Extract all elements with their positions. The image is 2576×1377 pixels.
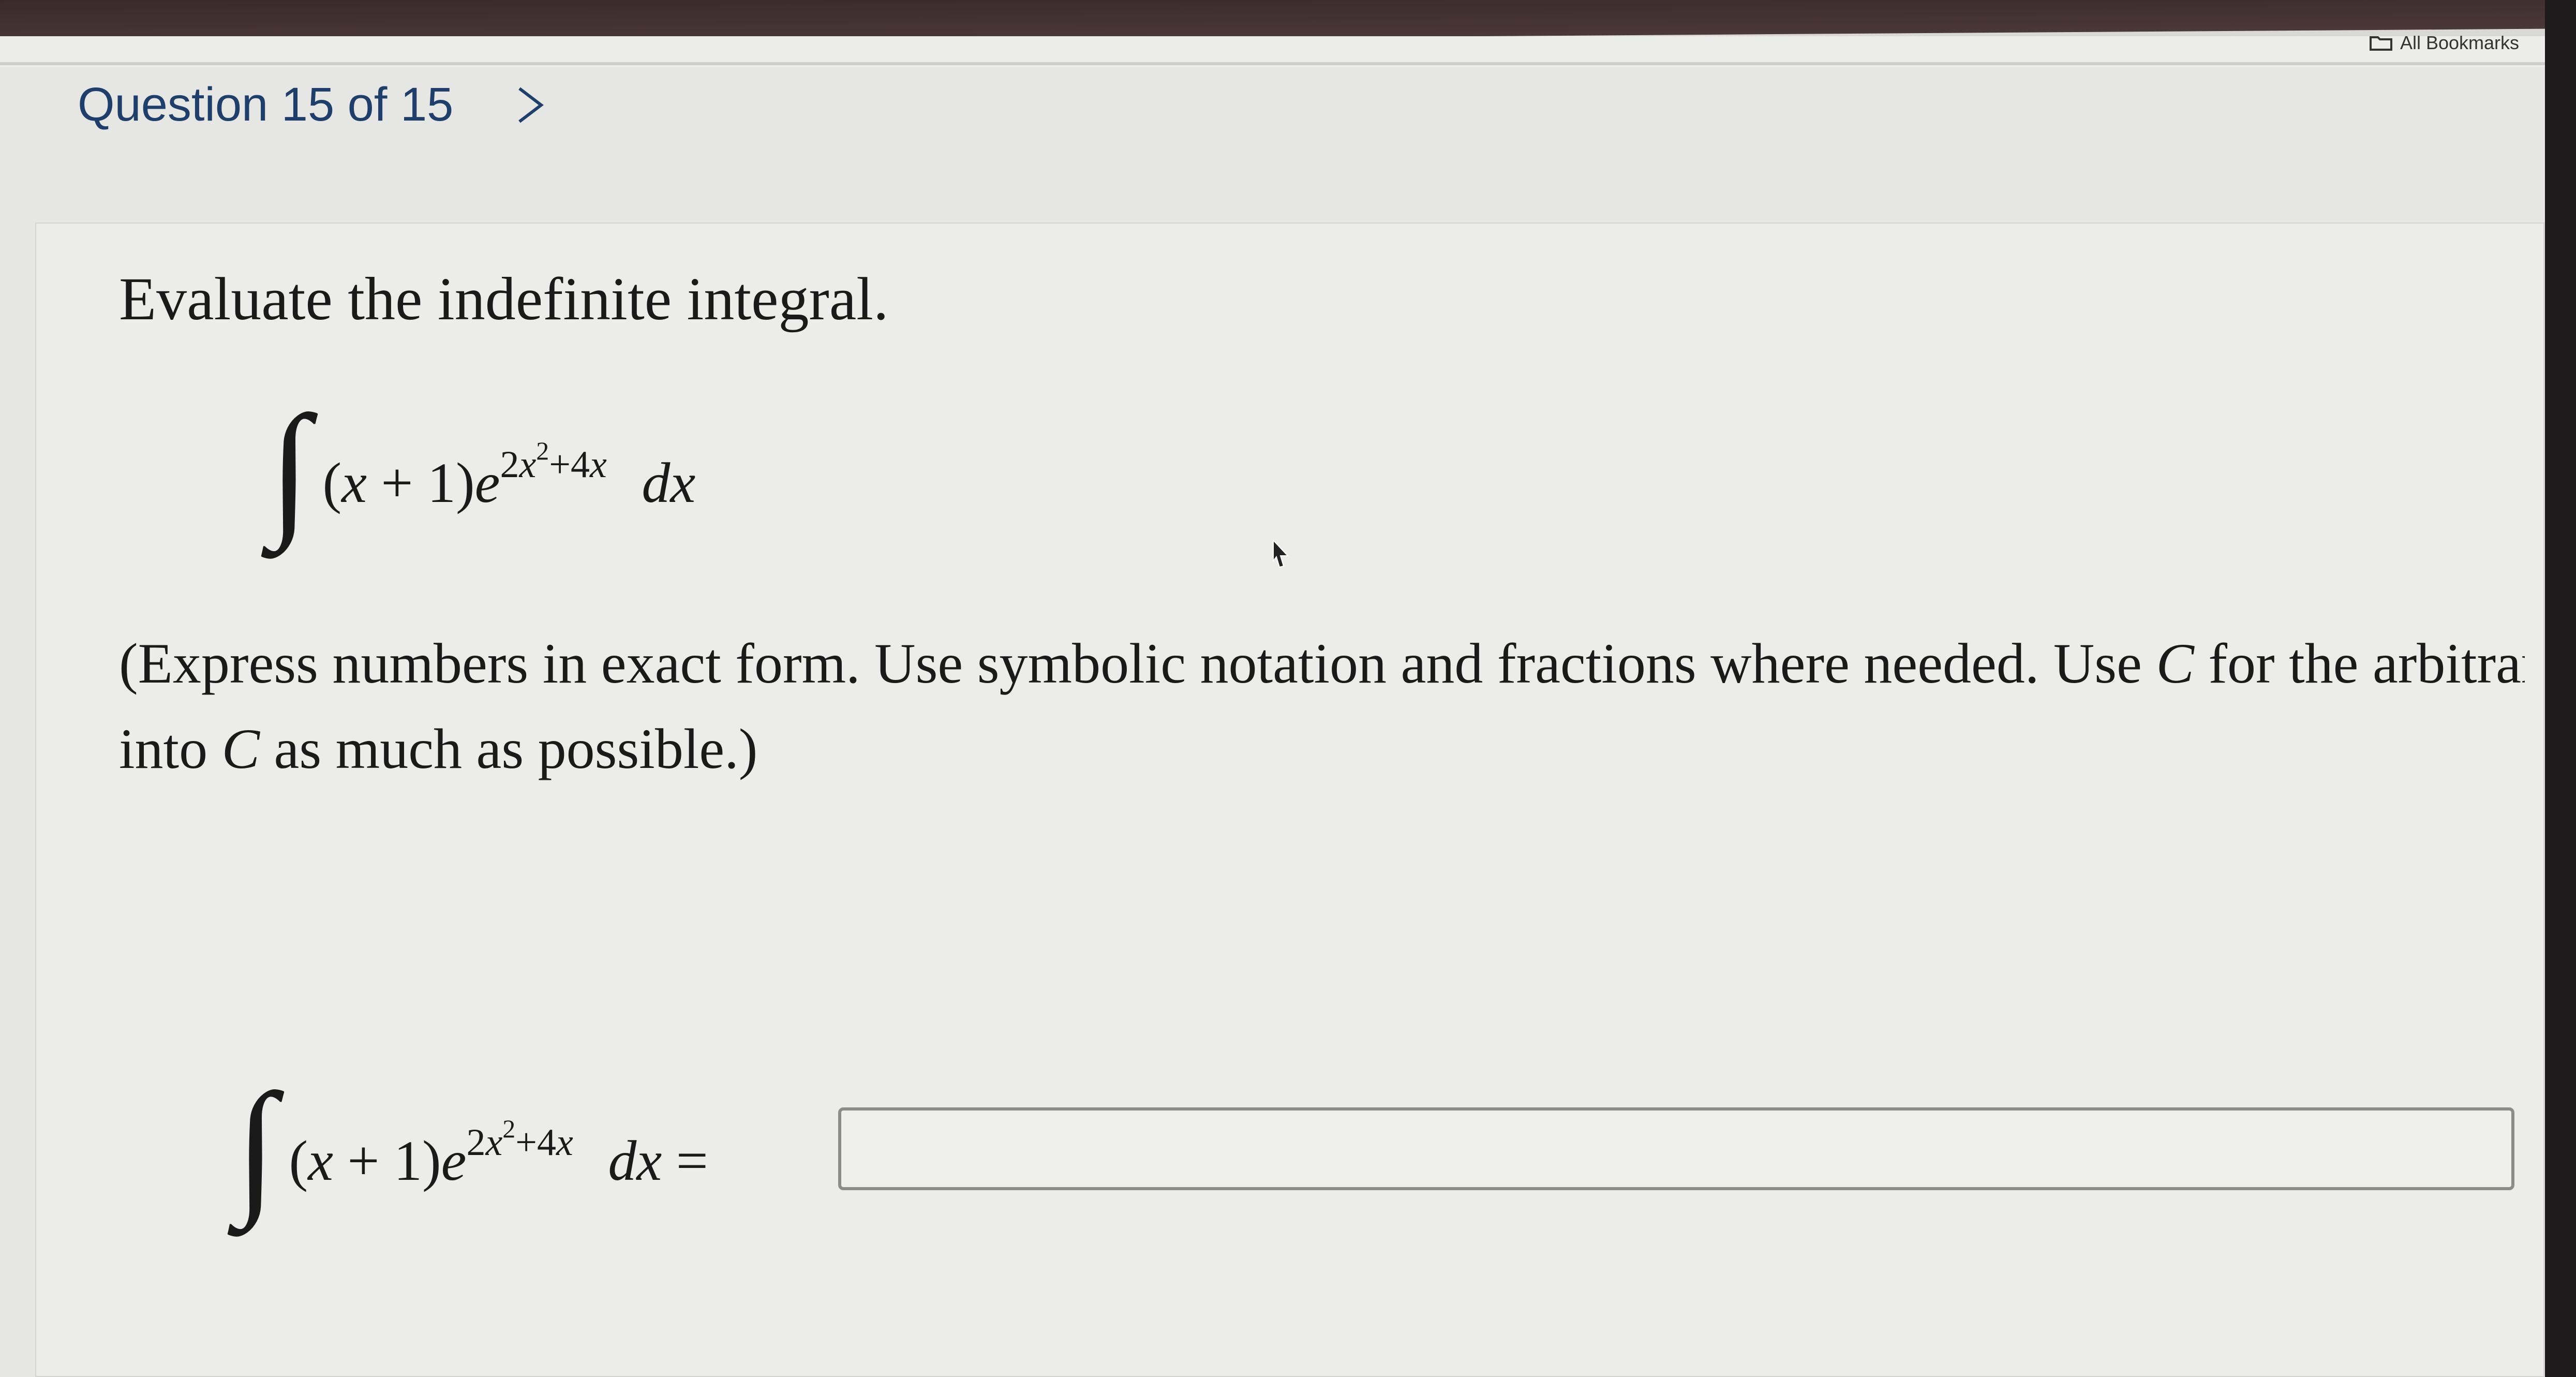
instructions-line-2: into C as much as possible.) (119, 717, 758, 780)
integral-sign: ∫ (235, 1063, 277, 1229)
integral-expression: ∫ (x + 1)e2x2+4x dx (269, 393, 696, 543)
answer-input[interactable] (838, 1107, 2514, 1190)
integrand: (x + 1)e2x2+4x dx (322, 436, 696, 514)
next-question-icon[interactable] (515, 79, 546, 131)
question-header: Question 15 of 15 (78, 78, 546, 132)
question-prompt: Evaluate the indefinite integral. (119, 265, 889, 333)
mouse-cursor-icon (1273, 539, 1289, 568)
answer-instructions: (Express numbers in exact form. Use symb… (119, 621, 2525, 792)
all-bookmarks-label: All Bookmarks (2400, 32, 2519, 53)
answer-integral-expression: ∫ (x + 1)e2x2+4x dx = (235, 1071, 708, 1221)
folder-icon (2369, 36, 2392, 51)
header-divider (0, 62, 2545, 65)
question-counter: Question 15 of 15 (78, 78, 454, 131)
instructions-line-1: (Express numbers in exact form. Use symb… (119, 632, 2525, 695)
monitor-bezel-right (2545, 0, 2576, 1377)
integral-sign: ∫ (269, 385, 310, 551)
integrand: (x + 1)e2x2+4x dx = (289, 1114, 708, 1192)
all-bookmarks-button[interactable]: All Bookmarks (2369, 32, 2519, 54)
